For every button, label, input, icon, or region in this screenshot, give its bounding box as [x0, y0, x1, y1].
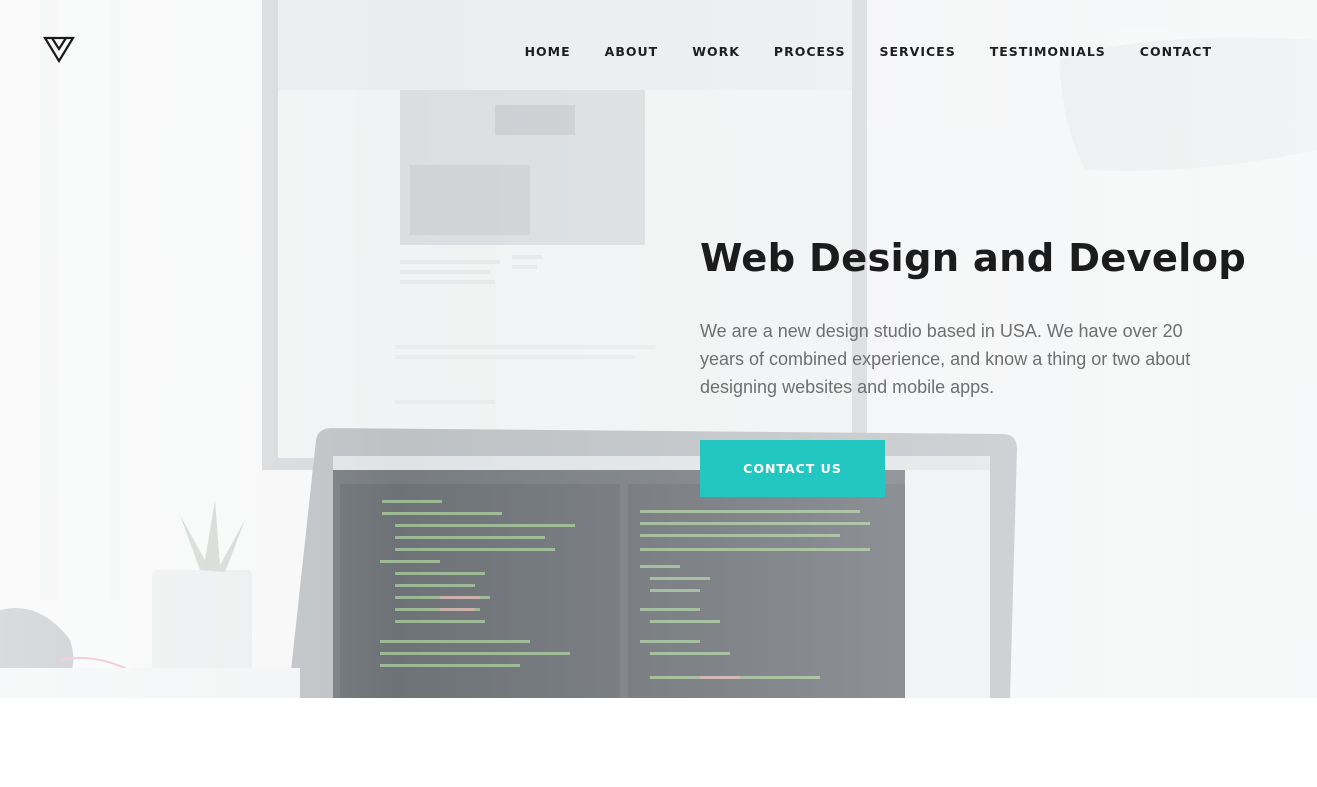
nav-item-work[interactable]: WORK [692, 44, 740, 60]
nav-item-about[interactable]: ABOUT [605, 44, 659, 60]
nav-item-testimonials[interactable]: TESTIMONIALS [990, 44, 1106, 60]
contact-us-button[interactable]: CONTACT US [700, 440, 885, 497]
nav-item-process[interactable]: PROCESS [774, 44, 846, 60]
main-nav: HOME ABOUT WORK PROCESS SERVICES TESTIMO… [525, 44, 1212, 60]
hero-description: We are a new design studio based in USA.… [700, 321, 1191, 397]
nav-item-services[interactable]: SERVICES [880, 44, 956, 60]
nav-item-home[interactable]: HOME [525, 44, 571, 60]
hero-title: Web Design and Develop [700, 236, 1246, 281]
nav-item-contact[interactable]: CONTACT [1140, 44, 1212, 60]
next-section [0, 698, 1317, 787]
hero-section: HOME ABOUT WORK PROCESS SERVICES TESTIMO… [0, 0, 1317, 698]
triangle-logo-icon[interactable] [43, 36, 75, 64]
